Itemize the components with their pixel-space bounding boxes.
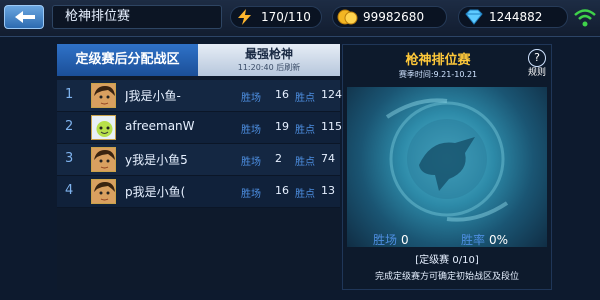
points-value: 74 [321,152,335,165]
wins-value: 19 [275,120,289,133]
gold-value: 99982680 [363,10,425,24]
rank-number: 4 [65,183,74,198]
wins-value: 16 [275,88,289,101]
diamond-counter[interactable]: 1244882 [458,6,568,28]
gold-coin-icon [337,9,358,25]
leaderboard-panel: 定级赛后分配战区 最强枪神 11:20:40 后刷新 1 J我是小鱼- 胜场 1… [57,44,342,290]
avatar [91,115,116,140]
leaderboard-row[interactable]: 3 y我是小鱼5 胜场 2 胜点 74 [57,144,340,176]
top-bar: 枪神排位赛 170/110 99982680 1244882 [0,0,600,37]
points-value: 124 [321,88,342,101]
leaderboard-row[interactable]: 2 afreemanW 胜场 19 胜点 115 [57,112,342,144]
tab-zone-assignment[interactable]: 定级赛后分配战区 [57,44,198,76]
season-winrate-label: 胜率 [461,233,486,247]
wins-label: 胜场 [241,93,261,104]
energy-value: 170/110 [261,10,311,24]
player-name: afreemanW [125,119,195,133]
points-label: 胜点 [295,125,315,136]
gold-counter[interactable]: 99982680 [332,6,447,28]
page-title: 枪神排位赛 [52,5,222,29]
season-wins-value: 0 [401,233,409,247]
points-value: 13 [321,184,335,197]
diamond-icon [465,9,483,25]
emblem-icon [385,98,509,222]
rules-label: 规则 [527,68,546,78]
season-wins: 胜场 0 [373,231,409,248]
back-button[interactable] [4,5,44,29]
help-icon: ? [528,49,546,67]
leaderboard-list: 1 J我是小鱼- 胜场 16 胜点 124 2 afreemanW 胜场 19 … [57,80,342,208]
season-winrate-value: 0% [489,233,509,247]
diamond-value: 1244882 [489,10,543,24]
wins-value: 16 [275,184,289,197]
wins-label: 胜场 [241,157,261,168]
avatar [91,179,116,204]
season-title: 枪神排位赛 [405,53,471,68]
wins-label: 胜场 [241,125,261,136]
season-winrate: 胜率 0% [461,231,508,248]
rank-number: 2 [65,119,74,134]
energy-icon [238,9,251,25]
points-label: 胜点 [295,93,315,104]
back-arrow-icon [15,11,35,23]
points-label: 胜点 [295,189,315,200]
rank-emblem [347,87,547,247]
energy-counter[interactable]: 170/110 [230,6,322,28]
season-dates: 赛季时间:9.21-10.21 [398,70,478,79]
wins-value: 2 [275,152,282,165]
placement-progress: [定级赛 0/10] [415,255,479,266]
refresh-timer: 11:20:40 后刷新 [237,63,301,72]
player-name: J我是小鱼- [125,89,181,103]
player-name: p我是小鱼( [125,185,186,199]
placement-hint: 完成定级赛方可确定初始战区及段位 [374,272,519,282]
wifi-icon [574,9,596,27]
player-name: y我是小鱼5 [125,153,188,167]
leaderboard-row[interactable]: 4 p我是小鱼( 胜场 16 胜点 13 [57,176,340,208]
rank-number: 3 [65,151,74,166]
tab-strongest-label: 最强枪神 [244,47,293,61]
wins-label: 胜场 [241,189,261,200]
rules-button[interactable]: ? 规则 [525,49,549,79]
avatar [91,147,116,172]
season-panel: 枪神排位赛 赛季时间:9.21-10.21 ? 规则 胜场 0 胜率 0% [定级赛… [342,44,552,290]
rank-number: 1 [65,87,74,102]
points-label: 胜点 [295,157,315,168]
tab-strongest[interactable]: 最强枪神 11:20:40 后刷新 [198,44,340,76]
points-value: 115 [321,120,342,133]
avatar [91,83,116,108]
leaderboard-row[interactable]: 1 J我是小鱼- 胜场 16 胜点 124 [57,80,342,112]
season-wins-label: 胜场 [373,233,398,247]
